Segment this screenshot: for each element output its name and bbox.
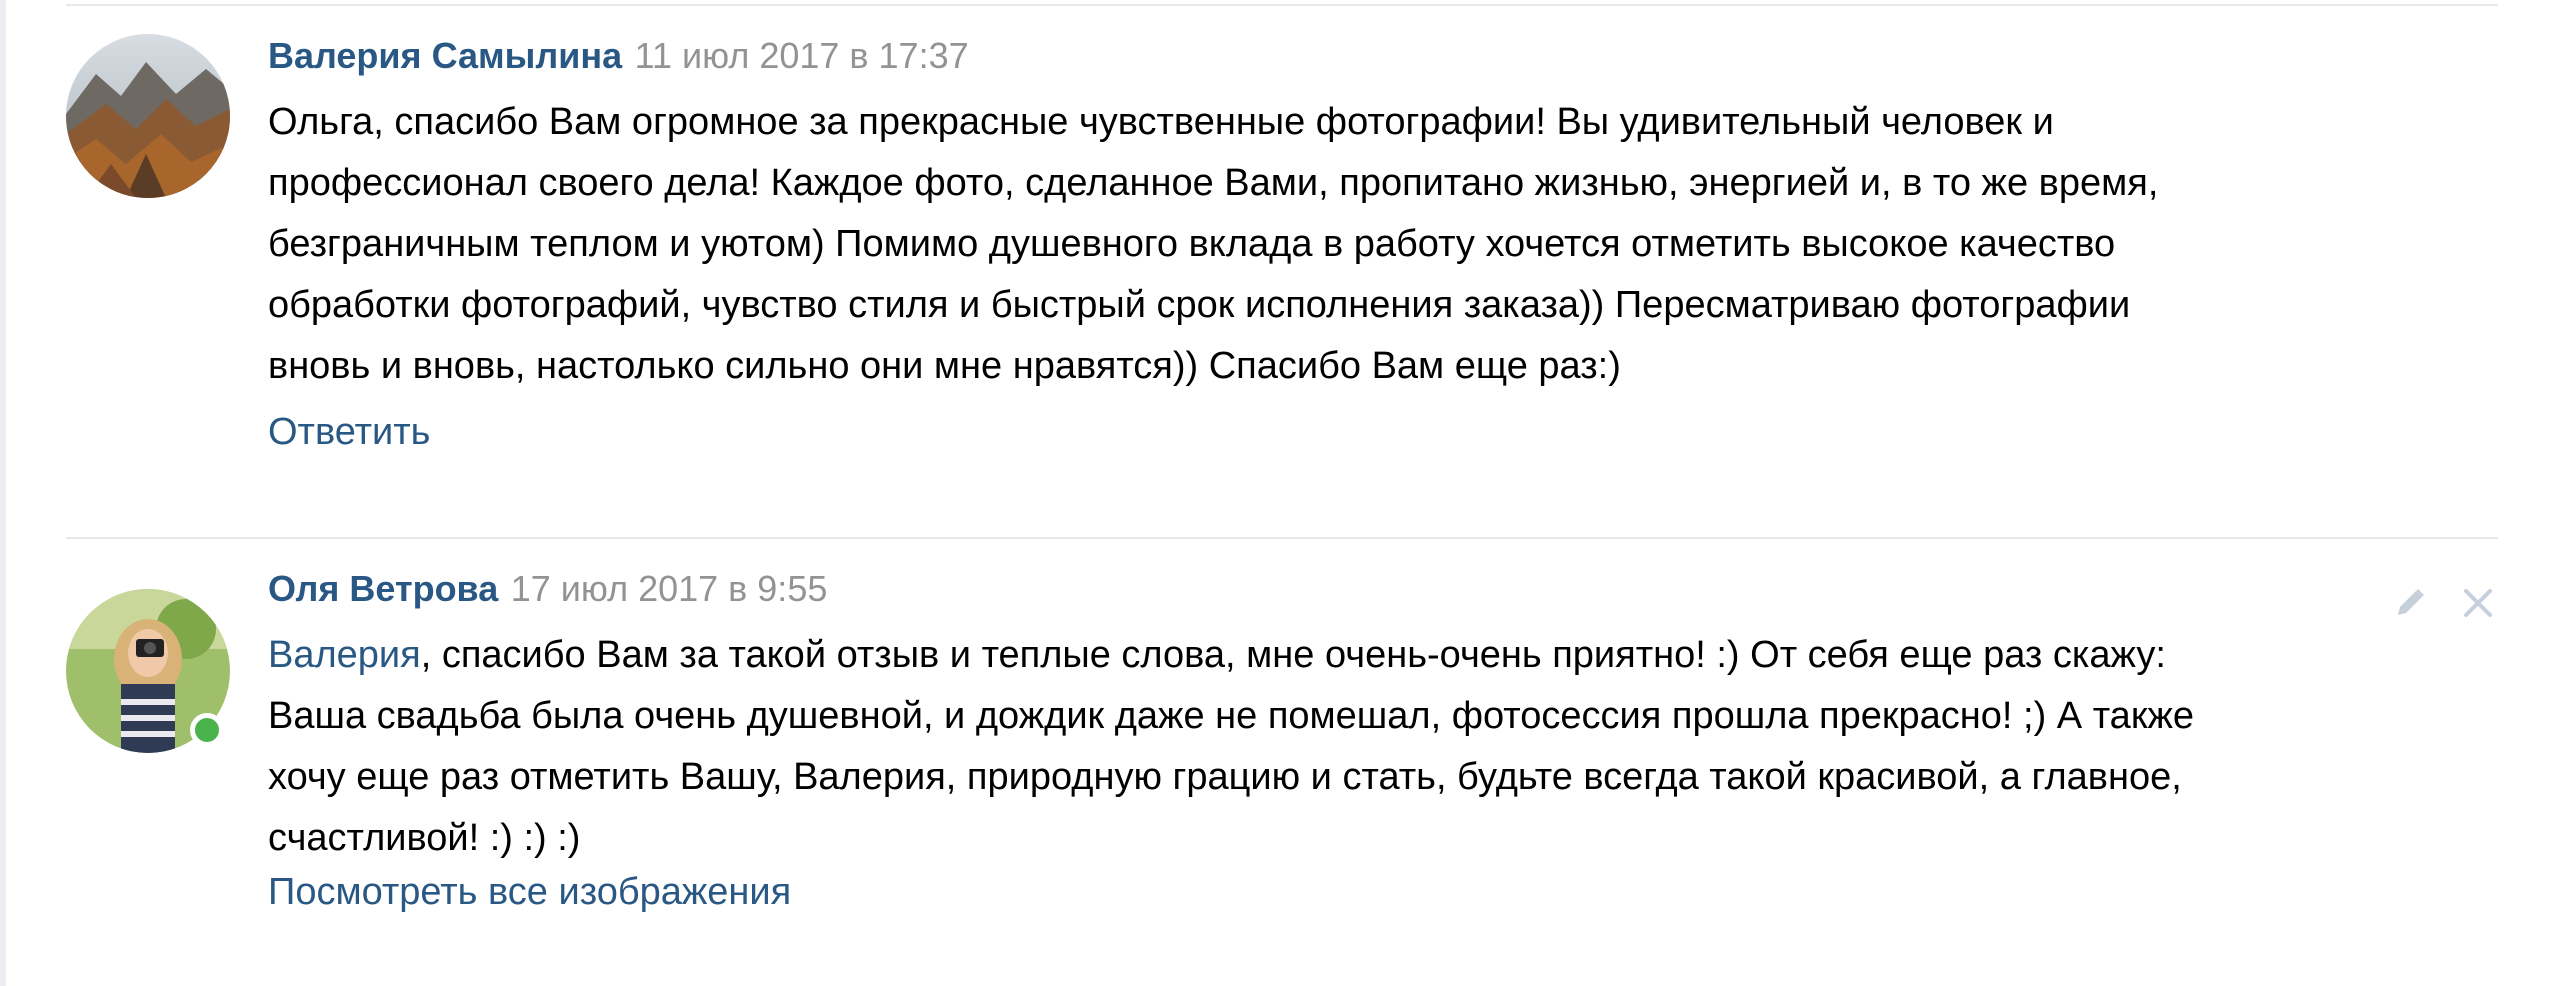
comment-item: Оля Ветрова 17 июл 2017 в 9:55 Валерия, …: [66, 563, 2498, 973]
comment-text: Ольга, спасибо Вам огромное за прекрасны…: [268, 92, 2498, 397]
text-line: вновь и вновь, настолько сильно они мне …: [268, 345, 1621, 387]
pencil-icon[interactable]: [2390, 583, 2430, 623]
text-line: обработки фотографий, чувство стиля и бы…: [268, 284, 2131, 326]
reply-link[interactable]: Ответить: [268, 411, 430, 454]
comment-date[interactable]: 17 июл 2017 в 9:55: [511, 568, 828, 609]
comment-body: Оля Ветрова 17 июл 2017 в 9:55 Валерия, …: [268, 563, 2498, 914]
text-line: Валерия, спасибо Вам за такой отзыв и те…: [268, 625, 2498, 686]
comment-actions: [2390, 583, 2498, 623]
divider: [66, 4, 2498, 6]
text-line: счастливой! :) :) :): [268, 817, 581, 859]
text-line: профессионал своего дела! Каждое фото, с…: [268, 162, 2159, 204]
avatar-mountain-image: [66, 34, 230, 198]
author-name[interactable]: Валерия Самылина: [268, 35, 622, 76]
online-status-indicator: [190, 713, 224, 747]
view-all-images-link[interactable]: Посмотреть все изображения: [268, 871, 791, 914]
mention-link[interactable]: Валерия: [268, 634, 421, 676]
left-border: [0, 0, 6, 986]
text-fragment: , спасибо Вам за такой отзыв и теплые сл…: [420, 634, 2166, 676]
comment-body: Валерия Самылина 11 июл 2017 в 17:37 Оль…: [268, 30, 2498, 454]
close-icon[interactable]: [2458, 583, 2498, 623]
comment-date[interactable]: 11 июл 2017 в 17:37: [635, 35, 969, 76]
comment-item: Валерия Самылина 11 июл 2017 в 17:37 Оль…: [66, 30, 2498, 510]
comment-header: Оля Ветрова 17 июл 2017 в 9:55: [268, 563, 2498, 615]
text-line: Ваша свадьба была очень душевной, и дожд…: [268, 695, 2194, 737]
text-line: безграничным теплом и уютом) Помимо душе…: [268, 223, 2116, 265]
author-name[interactable]: Оля Ветрова: [268, 568, 498, 609]
comment-text: Валерия, спасибо Вам за такой отзыв и те…: [268, 625, 2498, 869]
text-line: Ольга, спасибо Вам огромное за прекрасны…: [268, 101, 2054, 143]
avatar[interactable]: [66, 34, 230, 198]
divider: [66, 537, 2498, 539]
comment-header: Валерия Самылина 11 июл 2017 в 17:37: [268, 30, 2498, 82]
text-line: хочу еще раз отметить Вашу, Валерия, при…: [268, 756, 2182, 798]
comments-page: Валерия Самылина 11 июл 2017 в 17:37 Оль…: [0, 0, 2560, 986]
